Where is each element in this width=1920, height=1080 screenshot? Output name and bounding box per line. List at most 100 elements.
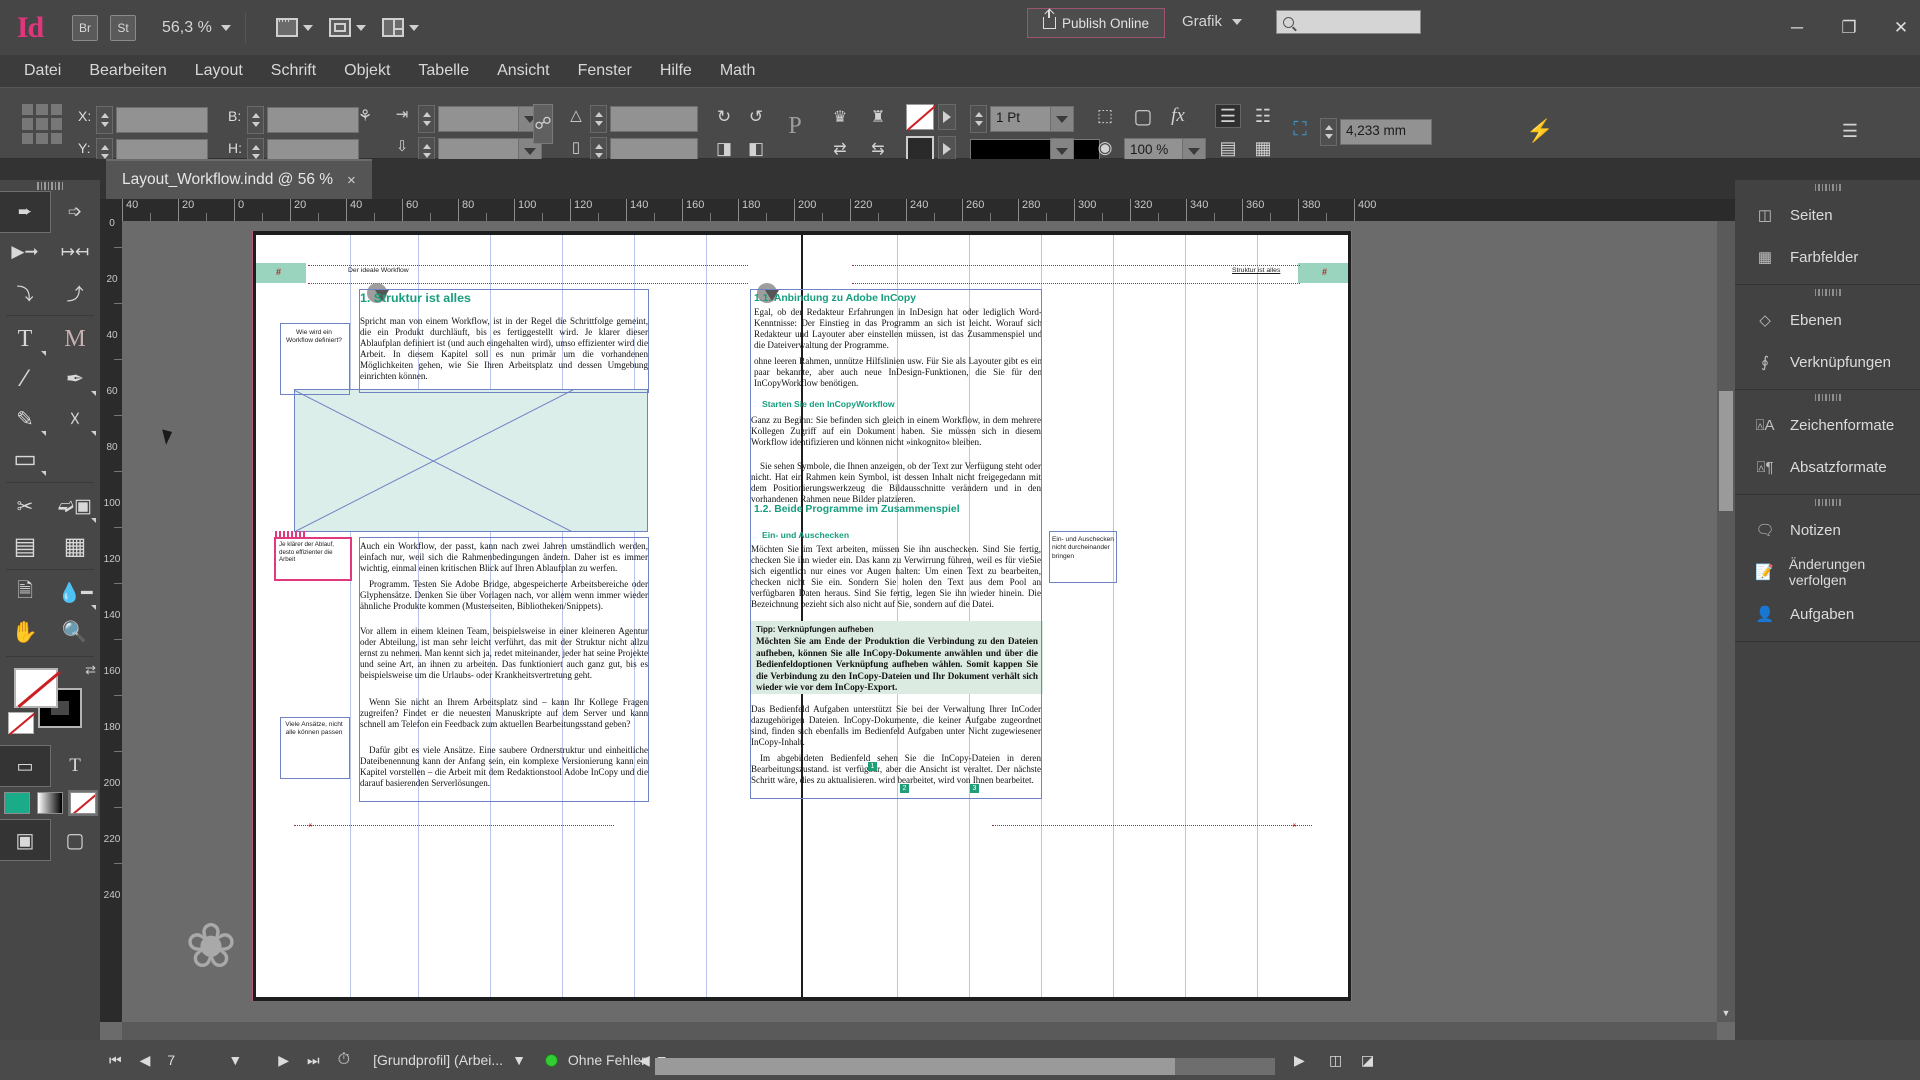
menu-item-math[interactable]: Math (706, 59, 770, 83)
menu-item-hilfe[interactable]: Hilfe (646, 59, 706, 83)
first-page-button[interactable]: ⏮ (100, 1052, 131, 1069)
horizontal-ruler[interactable]: 40 20 0 20 40 60 80 100 120 140 160 180 … (100, 199, 1735, 221)
screen-mode-button[interactable] (275, 18, 313, 37)
scale-x-stepper[interactable] (418, 105, 435, 133)
panel-button-seiten[interactable]: ◫ Seiten (1735, 194, 1920, 236)
fill-swatch[interactable] (14, 668, 58, 708)
document-spread[interactable]: # # Der ideale Workflow Struktur ist all… (252, 231, 1352, 1001)
next-page-button[interactable]: ▶ (269, 1052, 298, 1069)
scroll-right-icon[interactable]: ▶ (1285, 1052, 1314, 1069)
status-scrollbar[interactable] (655, 1058, 1275, 1075)
horizontal-scrollbar[interactable] (122, 1022, 1717, 1040)
document-canvas[interactable]: 40 20 0 20 40 60 80 100 120 140 160 180 … (100, 199, 1735, 1040)
default-fill-stroke-icon[interactable] (8, 712, 34, 734)
menu-item-layout[interactable]: Layout (181, 59, 257, 83)
panel-button-farbfelder[interactable]: ▦ Farbfelder (1735, 236, 1920, 278)
normal-view-mode-button[interactable]: ▣ (0, 819, 51, 861)
arrange-documents-button[interactable] (381, 18, 419, 37)
preflight-icon[interactable]: ⏱ (329, 1051, 359, 1069)
constrain-scale-icon[interactable]: ☍ (533, 104, 553, 144)
x-stepper[interactable] (96, 106, 113, 134)
flip-vertical-icon[interactable]: ◧ (744, 137, 768, 161)
page-number-field[interactable]: 7 (159, 1052, 219, 1068)
width-stepper[interactable] (247, 106, 264, 134)
scroll-down-icon[interactable]: ▼ (1717, 1004, 1735, 1022)
rotation-field[interactable] (610, 106, 698, 132)
select-next-icon[interactable]: ♜ (866, 106, 890, 128)
previous-page-button[interactable]: ◀ (131, 1052, 160, 1069)
menu-item-schrift[interactable]: Schrift (257, 59, 330, 83)
scissors-tool[interactable]: ✂ (0, 486, 50, 526)
status-scrollbar-thumb[interactable] (655, 1058, 1175, 1075)
last-page-button[interactable]: ⏭ (298, 1052, 329, 1069)
align-objects-icon[interactable]: ▤ (1215, 136, 1241, 160)
flip-horizontal-icon[interactable]: ◨ (712, 137, 736, 161)
marginal-frame-left-1[interactable] (280, 323, 350, 395)
preview-view-mode-button[interactable]: ▢ (50, 820, 100, 860)
apply-none-swatch[interactable] (68, 790, 98, 816)
preflight-profile-label[interactable]: [Grundprofil] (Arbei... (373, 1052, 503, 1068)
corner-radius-stepper[interactable] (1320, 118, 1337, 146)
frame-fitting-icon[interactable]: ☷ (1250, 104, 1276, 128)
panel-button-aufgaben[interactable]: 👤 Aufgaben (1735, 593, 1920, 635)
corner-radius-field[interactable]: 4,233 mm (1340, 119, 1432, 145)
format-affects-container-button[interactable]: ▭ (0, 745, 51, 787)
gradient-feather-tool[interactable]: ▦ (50, 526, 100, 566)
minimize-button[interactable]: ─ (1786, 18, 1808, 38)
corner-options-icon[interactable]: ⛶ (1286, 116, 1314, 144)
content-collector-tool[interactable]: ⤵ (0, 272, 50, 312)
close-icon[interactable]: × (347, 172, 356, 189)
menu-item-datei[interactable]: Datei (10, 59, 75, 83)
direct-selection-tool[interactable]: ➩ (50, 192, 100, 232)
zoom-tool[interactable]: 🔍 (50, 613, 100, 653)
layout-view-icon[interactable]: ◫ (1320, 1052, 1351, 1069)
vertical-ruler[interactable]: 0 20 40 60 80 100 120 140 160 180 200 22… (100, 219, 122, 1022)
stroke-type-dropdown[interactable] (938, 104, 956, 130)
text-frame-left-bottom[interactable] (359, 537, 649, 802)
eyedropper-tool[interactable]: 💧━ (50, 573, 100, 613)
dock-group-grip[interactable] (1735, 180, 1920, 194)
menu-item-fenster[interactable]: Fenster (564, 59, 646, 83)
panel-button-notizen[interactable]: 🗨 Notizen (1735, 509, 1920, 551)
menu-item-ansicht[interactable]: Ansicht (483, 59, 563, 83)
select-parent-icon[interactable]: ♛ (828, 106, 852, 128)
gradient-swatch-tool[interactable]: ▤ (0, 526, 50, 566)
menu-item-objekt[interactable]: Objekt (330, 59, 404, 83)
pasteboard[interactable]: # # Der ideale Workflow Struktur ist all… (122, 221, 1717, 1022)
line-tool[interactable]: ∕ (0, 359, 50, 399)
menu-item-tabelle[interactable]: Tabelle (404, 59, 483, 83)
note-tool[interactable]: 🗎 (0, 573, 50, 613)
free-transform-tool[interactable]: ➫▣ (50, 486, 100, 526)
text-wrap-icon[interactable]: ⬚ (1092, 104, 1118, 128)
panel-button-absatzformate[interactable]: ⍓¶ Absatzformate (1735, 446, 1920, 488)
view-options-button[interactable] (328, 18, 366, 37)
page-number-dropdown[interactable]: ▼ (219, 1052, 251, 1068)
hand-tool[interactable]: ✋ (0, 613, 50, 653)
search-input[interactable] (1276, 10, 1421, 34)
text-frame-left-top[interactable] (359, 289, 649, 393)
x-field[interactable] (116, 107, 208, 133)
quick-apply-icon[interactable]: ⚡ (1526, 118, 1553, 144)
document-tab[interactable]: Layout_Workflow.indd @ 56 % × (106, 159, 372, 199)
dock-group-grip[interactable] (1735, 495, 1920, 509)
sticky-note[interactable]: Je klärer der Ablauf, desto effizienter … (274, 531, 352, 581)
select-previous-icon[interactable]: ⇄ (828, 138, 852, 160)
scroll-left-icon[interactable]: ◀ (630, 1052, 659, 1069)
text-frame-options-icon[interactable]: ☰ (1215, 104, 1241, 128)
stroke-color-swatch[interactable] (906, 104, 934, 130)
format-affects-text-button[interactable]: T (50, 746, 100, 786)
rectangle-tool[interactable]: ▭ (0, 439, 50, 479)
image-frame-placeholder[interactable] (294, 389, 648, 532)
text-frame-right[interactable] (750, 289, 1042, 799)
preflight-profile-dropdown[interactable]: ▼ (503, 1052, 535, 1068)
reference-point-proxy[interactable] (22, 104, 62, 144)
select-content-icon[interactable]: ⇆ (866, 138, 890, 160)
stock-button[interactable]: St (110, 14, 136, 41)
dock-group-grip[interactable] (1735, 390, 1920, 404)
type-on-path-tool[interactable]: M (50, 319, 100, 359)
restore-button[interactable]: ❐ (1838, 18, 1860, 38)
pencil-tool[interactable]: ✎ (0, 399, 50, 439)
menu-item-bearbeiten[interactable]: Bearbeiten (75, 59, 180, 83)
gap-tool[interactable]: ↦↤ (50, 232, 100, 272)
type-tool[interactable]: T (0, 319, 50, 359)
